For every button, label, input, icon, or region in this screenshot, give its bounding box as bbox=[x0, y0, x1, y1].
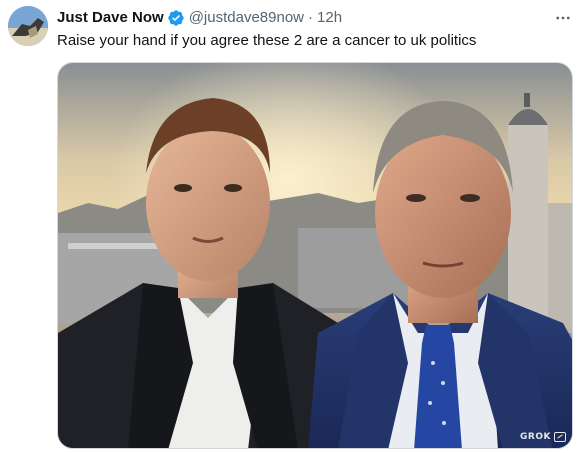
tweet-text: Raise your hand if you agree these 2 are… bbox=[57, 32, 477, 49]
display-name[interactable]: Just Dave Now bbox=[57, 8, 164, 28]
tweet-image[interactable]: GROK bbox=[57, 62, 573, 449]
user-handle[interactable]: @justdave89now bbox=[189, 8, 304, 28]
more-horizontal-icon[interactable] bbox=[553, 8, 573, 28]
separator-dot: · bbox=[308, 9, 314, 26]
grok-watermark: GROK bbox=[520, 432, 566, 442]
tweet-header: Just Dave Now @justdave89now · 12h bbox=[57, 8, 342, 28]
timestamp[interactable]: 12h bbox=[317, 8, 342, 28]
tweet[interactable]: Just Dave Now @justdave89now · 12h Raise… bbox=[0, 0, 587, 453]
grok-logo-icon bbox=[554, 432, 566, 442]
verified-badge-icon bbox=[167, 9, 185, 27]
grok-watermark-text: GROK bbox=[520, 432, 551, 442]
avatar[interactable] bbox=[8, 6, 48, 46]
